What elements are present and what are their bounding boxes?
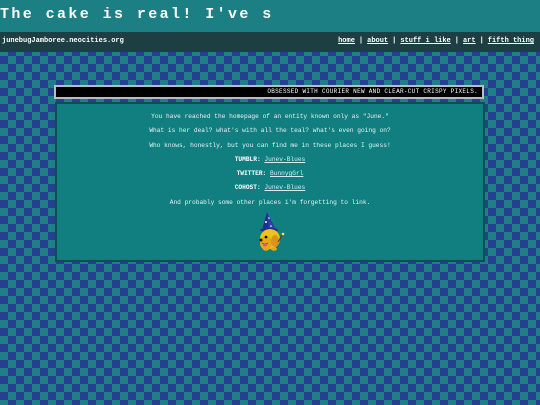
marquee-banner: The cake is real! I've s [0,0,540,32]
social-row-twitter: TWITTER: BunnygGrl [57,170,483,177]
tagline-text: OBSESSED WITH COURIER NEW AND CLEAR-CUT … [267,88,478,95]
social-link-twitter[interactable]: BunnygGrl [270,170,303,177]
social-label-twitter: TWITTER: [236,170,267,177]
social-row-tumblr: TUMBLR: Junev-Blues [57,156,483,163]
social-label-cohost: COHOST: [234,184,261,191]
social-label-tumblr: TUMBLR: [234,156,261,163]
nav-separator: | [454,37,459,45]
wizard-dog-icon [259,212,285,251]
outro-line: And probably some other places i'm forge… [169,199,371,206]
nav-separator: | [479,37,484,45]
nav-link-art[interactable]: art [463,37,476,45]
nav-link-about[interactable]: about [367,37,388,45]
site-name: junebugJamboree.neocities.org [2,37,124,45]
nav-link-home[interactable]: home [338,37,355,45]
top-navbar: junebugJamboree.neocities.org home | about… [0,32,540,52]
tagline-banner: OBSESSED WITH COURIER NEW AND CLEAR-CUT … [54,85,484,99]
nav-link-stuff-i-like[interactable]: stuff i like [400,37,450,45]
social-link-tumblr[interactable]: Junev-Blues [264,156,305,163]
nav-separator: | [358,37,364,45]
social-link-cohost[interactable]: Junev-Blues [264,184,305,191]
nav-links: home | about | stuff i like | art | fifth thing [338,37,534,45]
nav-link-fifth-thing[interactable]: fifth thing [488,37,534,45]
nav-separator: | [392,37,397,45]
intro-line-2: What is her deal? what's with all the te… [149,127,391,134]
tagline-inner: OBSESSED WITH COURIER NEW AND CLEAR-CUT … [56,87,482,97]
intro-line-3: Who knows, honestly, but you can find me… [149,142,391,149]
intro-line-1: You have reached the homepage of an enti… [151,113,389,120]
marquee-text: The cake is real! I've s [0,6,274,23]
social-row-cohost: COHOST: Junev-Blues [57,184,483,191]
